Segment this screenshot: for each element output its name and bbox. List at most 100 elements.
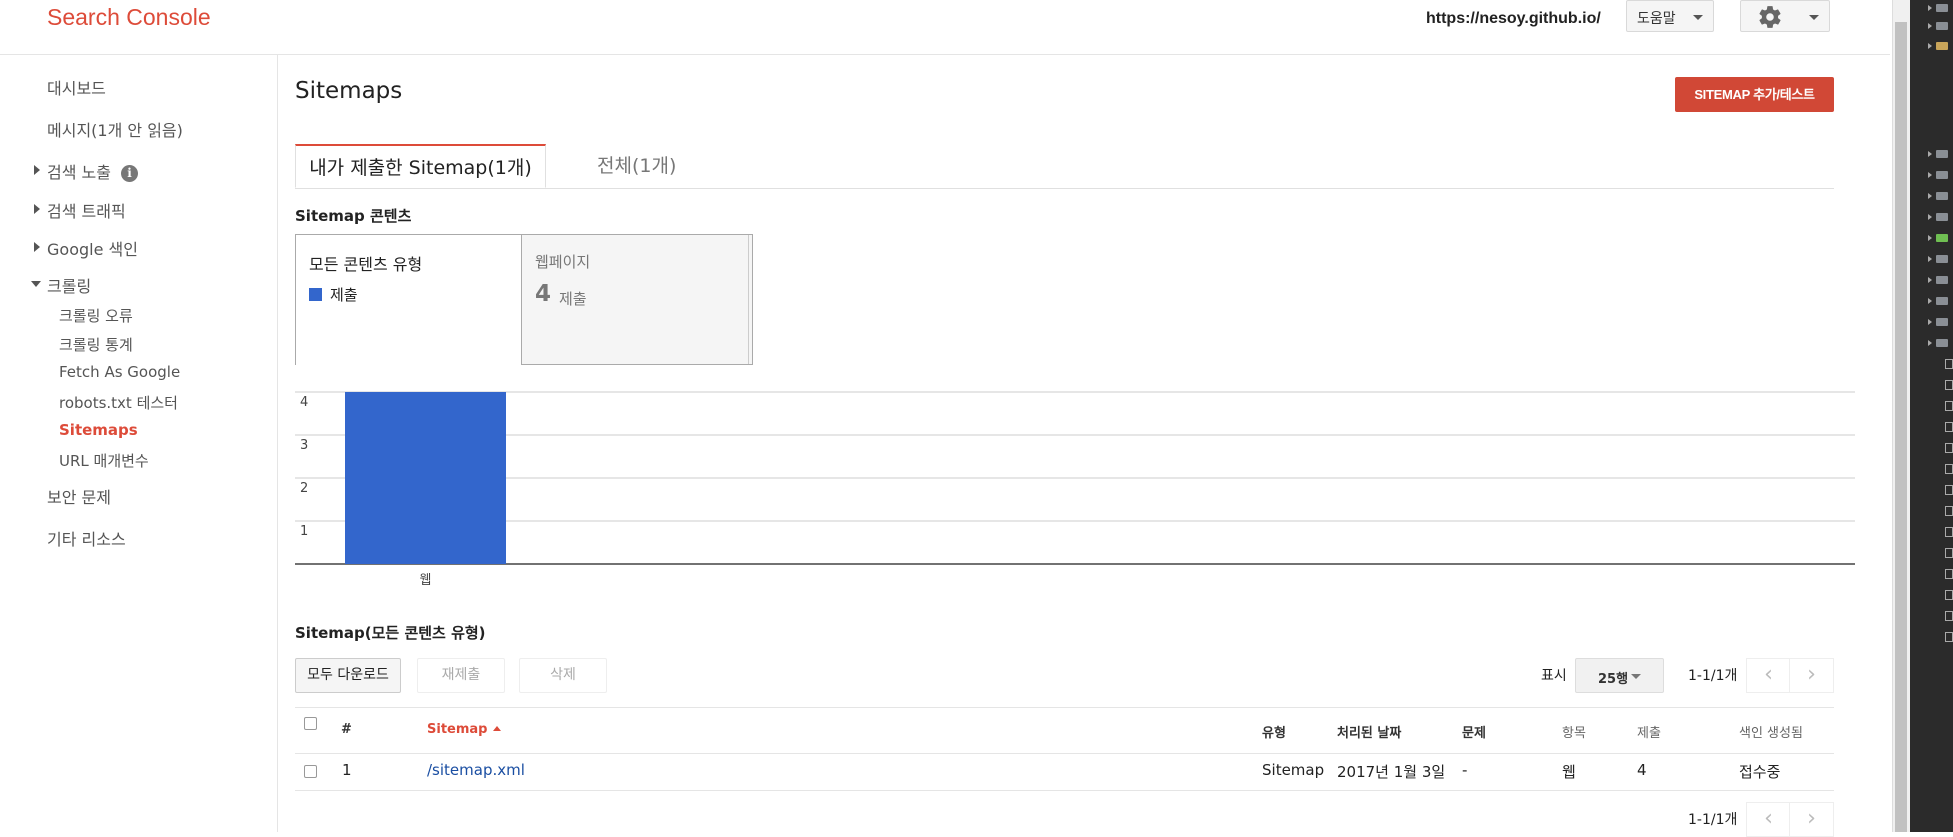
file-tree-row[interactable] — [1928, 297, 1953, 307]
file-icon — [1945, 548, 1953, 558]
file-tree-row[interactable] — [1928, 192, 1953, 202]
file-icon — [1945, 443, 1953, 453]
chevron-right-icon — [1928, 23, 1932, 29]
x-tick-label: 웹 — [420, 573, 432, 588]
y-tick-label: 1 — [300, 524, 308, 539]
sidebar-item-label: 검색 노출 — [47, 163, 111, 182]
site-url-selector[interactable]: https://nesoy.github.io/ — [1426, 10, 1601, 28]
file-tree-row[interactable] — [1928, 632, 1953, 643]
chevron-right-icon — [1928, 256, 1932, 262]
file-icon — [1945, 632, 1953, 642]
card-title: 웹페이지 — [535, 253, 591, 271]
sidebar-subitem-crawl-errors[interactable]: 크롤링 오류 — [59, 305, 133, 326]
chevron-left-icon: ‹ — [1764, 662, 1773, 687]
file-tree-row[interactable] — [1928, 611, 1953, 622]
sidebar-subitem-crawl-stats[interactable]: 크롤링 통계 — [59, 334, 133, 355]
file-tree-row[interactable] — [1928, 171, 1953, 181]
content-type-card-webpages[interactable]: 웹페이지 4 제출 — [521, 234, 753, 365]
next-page-button[interactable]: › — [1789, 658, 1834, 693]
chevron-right-icon: › — [1807, 662, 1816, 687]
pagination-range: 1-1/1개 — [1688, 668, 1738, 684]
file-tree-row[interactable] — [1928, 506, 1953, 517]
pagination-range-bottom: 1-1/1개 — [1688, 812, 1738, 828]
sitemap-link[interactable]: /sitemap.xml — [427, 761, 525, 779]
chevron-right-icon — [1928, 5, 1932, 11]
file-tree-row[interactable] — [1928, 276, 1953, 286]
file-icon — [1945, 485, 1953, 495]
folder-icon — [1936, 255, 1948, 263]
row-processed-date: 2017년 1월 3일 — [1337, 763, 1446, 781]
file-tree-row[interactable] — [1928, 359, 1953, 370]
rows-per-page-select[interactable]: 25행 — [1575, 658, 1664, 693]
sitemap-tabs: 내가 제출한 Sitemap(1개) 전체(1개) — [295, 144, 1834, 189]
file-tree-row[interactable] — [1928, 255, 1953, 265]
sidebar-subitem-fetch-as-google[interactable]: Fetch As Google — [59, 363, 180, 381]
legend-label: 제출 — [330, 286, 358, 304]
download-all-button[interactable]: 모두 다운로드 — [295, 658, 401, 693]
chevron-right-icon — [1928, 43, 1932, 49]
file-tree-row[interactable] — [1928, 464, 1953, 475]
submitted-bar-chart: 1 2 3 4 웹 — [295, 391, 1855, 588]
sidebar-subitem-sitemaps[interactable]: Sitemaps — [59, 421, 138, 439]
sidebar-item-security-issues[interactable]: 보안 문제 — [47, 484, 111, 508]
header-sitemap[interactable]: Sitemap — [427, 722, 502, 737]
delete-button[interactable]: 삭제 — [519, 658, 607, 693]
settings-button[interactable] — [1740, 0, 1830, 32]
chevron-right-icon: › — [1807, 806, 1816, 831]
add-test-sitemap-button[interactable]: SITEMAP 추가/테스트 — [1675, 77, 1834, 112]
sidebar-item-crawl[interactable]: 크롤링 — [30, 273, 91, 297]
select-all-checkbox[interactable] — [304, 717, 317, 730]
prev-page-button[interactable]: ‹ — [1746, 658, 1791, 693]
file-icon — [1945, 359, 1953, 369]
search-console-logo[interactable]: Search Console — [47, 4, 211, 31]
header-type[interactable]: 유형 — [1262, 722, 1286, 741]
sidebar-item-dashboard[interactable]: 대시보드 — [47, 75, 106, 99]
sidebar-item-search-appearance[interactable]: 검색 노출 i — [34, 159, 138, 183]
tab-my-sitemaps[interactable]: 내가 제출한 Sitemap(1개) — [295, 144, 546, 188]
file-tree-row[interactable] — [1928, 590, 1953, 601]
file-tree-row[interactable] — [1928, 569, 1953, 580]
file-tree-row[interactable] — [1928, 527, 1953, 538]
file-tree-row[interactable] — [1928, 318, 1953, 328]
resubmit-button[interactable]: 재제출 — [417, 658, 505, 693]
folder-icon — [1936, 297, 1948, 305]
file-tree-row[interactable] — [1928, 443, 1953, 454]
row-type: Sitemap — [1262, 761, 1325, 779]
file-tree-row[interactable] — [1928, 485, 1953, 496]
sidebar-subitem-robots-tester[interactable]: robots.txt 테스터 — [59, 392, 178, 413]
sidebar-item-search-traffic[interactable]: 검색 트래픽 — [34, 198, 126, 222]
header-processed-date[interactable]: 처리된 날짜 — [1337, 722, 1401, 741]
file-tree-row[interactable] — [1928, 213, 1953, 223]
file-tree-row[interactable] — [1928, 339, 1953, 349]
chevron-down-icon — [1631, 674, 1641, 679]
file-tree-row[interactable] — [1928, 4, 1953, 14]
help-dropdown-button[interactable]: 도움말 — [1626, 0, 1714, 32]
row-checkbox[interactable] — [304, 765, 317, 778]
file-tree-row[interactable] — [1928, 422, 1953, 433]
file-tree-row[interactable] — [1928, 401, 1953, 412]
folder-icon — [1936, 213, 1948, 221]
sidebar-item-messages[interactable]: 메시지(1개 안 읽음) — [47, 117, 183, 141]
row-num: 1 — [342, 761, 352, 779]
chevron-right-icon — [1928, 151, 1932, 157]
page-scrollbar-thumb[interactable] — [1895, 22, 1907, 832]
folder-icon — [1936, 22, 1948, 30]
sitemap-list-label: Sitemap(모든 콘텐츠 유형) — [295, 624, 486, 642]
submitted-count-label: 제출 — [559, 290, 587, 308]
content-type-card-all[interactable]: 모든 콘텐츠 유형 제출 — [295, 234, 522, 365]
row-items: 웹 — [1562, 763, 1576, 781]
info-icon[interactable]: i — [120, 165, 138, 182]
file-tree-row[interactable] — [1928, 548, 1953, 559]
file-tree-row[interactable] — [1928, 42, 1953, 52]
tab-all-sitemaps[interactable]: 전체(1개) — [597, 144, 676, 188]
submitted-count: 4 — [535, 281, 552, 307]
header-issues[interactable]: 문제 — [1462, 722, 1486, 741]
file-tree-row[interactable] — [1928, 234, 1953, 244]
file-tree-row[interactable] — [1928, 150, 1953, 160]
sidebar: 대시보드 메시지(1개 안 읽음) 검색 노출 i 검색 트래픽 Google 색… — [0, 55, 278, 832]
file-tree-row[interactable] — [1928, 22, 1953, 32]
sidebar-subitem-url-parameters[interactable]: URL 매개변수 — [59, 450, 149, 471]
sidebar-item-google-index[interactable]: Google 색인 — [34, 236, 138, 260]
file-tree-row[interactable] — [1928, 380, 1953, 391]
sidebar-item-other-resources[interactable]: 기타 리소스 — [47, 526, 126, 550]
